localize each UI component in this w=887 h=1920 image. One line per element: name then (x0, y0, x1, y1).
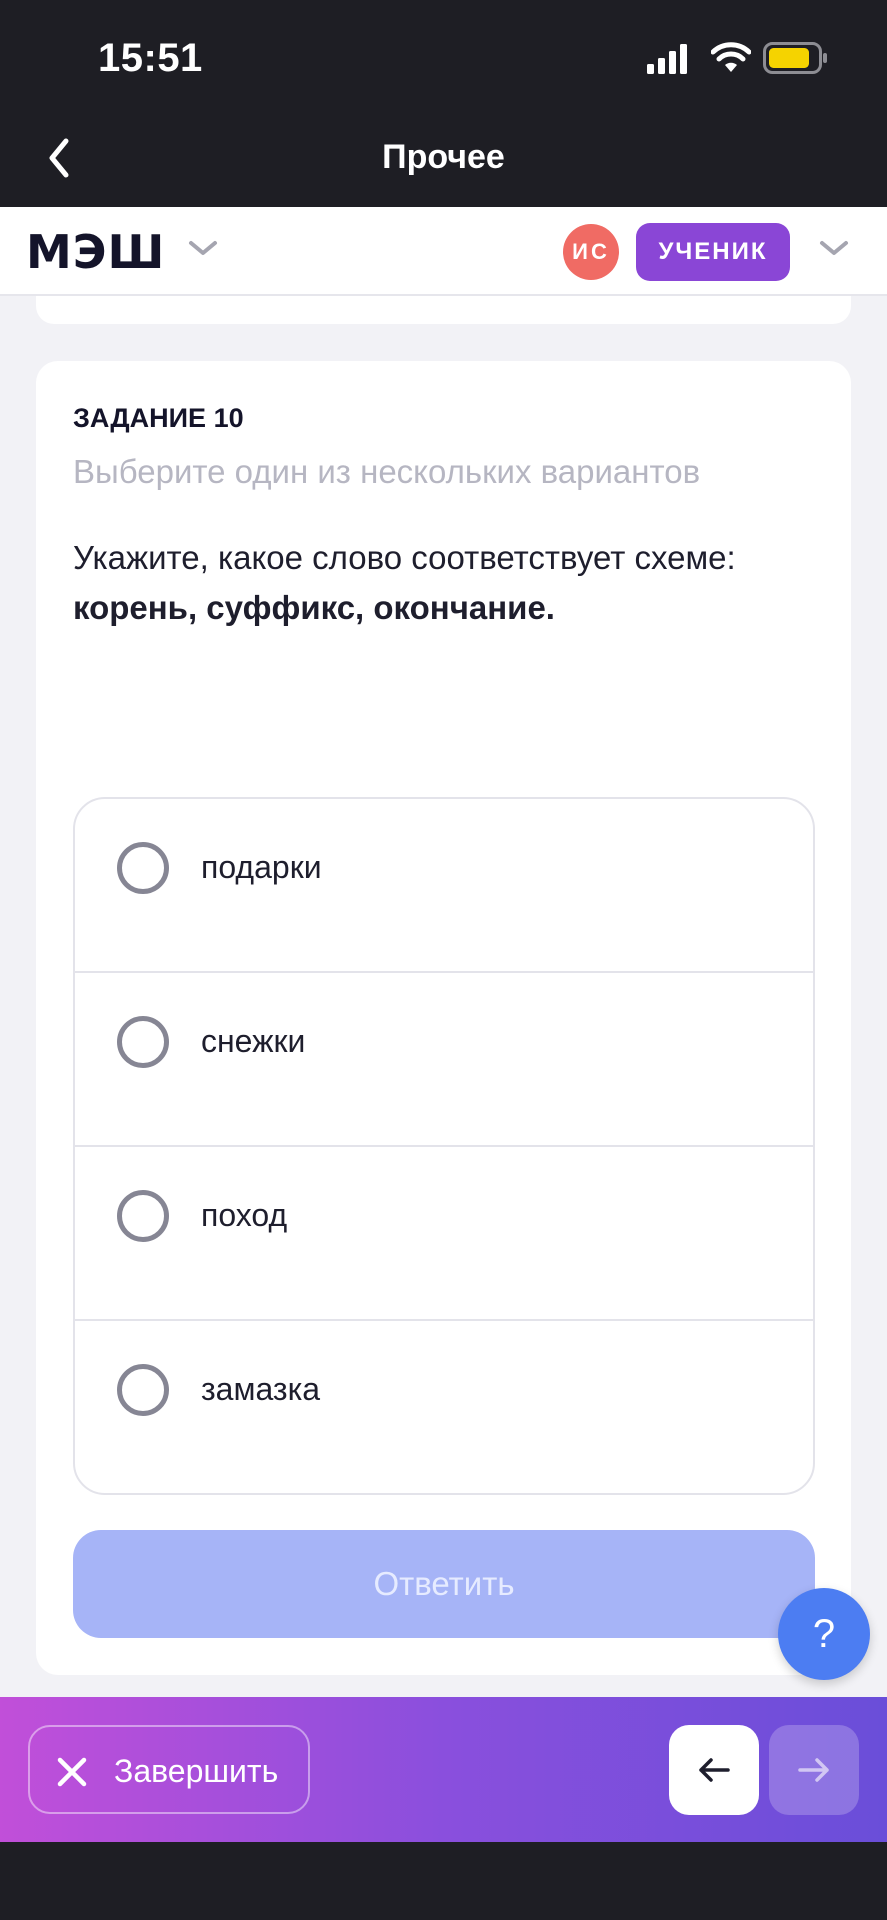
question-bold-text: корень, суффикс, окончание. (73, 589, 555, 626)
previous-card (36, 296, 851, 324)
option-label: замазка (201, 1371, 321, 1407)
finish-label: Завершить (114, 1753, 279, 1789)
answer-option[interactable]: замазка (75, 1321, 813, 1493)
radio-button[interactable] (117, 1190, 169, 1242)
bottom-bar: Завершить (0, 1697, 887, 1842)
next-task-button[interactable] (769, 1725, 859, 1815)
radio-button[interactable] (117, 1364, 169, 1416)
option-label: поход (201, 1197, 288, 1233)
answer-option[interactable]: подарки (75, 799, 813, 973)
option-label: подарки (201, 849, 322, 885)
home-indicator-area (0, 1842, 887, 1920)
question-text: Укажите, какое слово соответствует схеме… (73, 539, 736, 576)
option-label: снежки (201, 1023, 306, 1059)
answer-options: подарки снежки поход замазка (73, 797, 815, 1495)
chevron-down-icon[interactable] (818, 237, 850, 259)
task-hint: Выберите один из нескольких вариантов (73, 453, 701, 490)
role-badge[interactable]: УЧЕНИК (636, 223, 790, 281)
arrow-left-icon (699, 1758, 730, 1782)
top-bar: 15:51 Прочее (0, 0, 887, 207)
finish-button[interactable]: Завершить (28, 1725, 310, 1814)
logo[interactable]: МЭШ (26, 227, 165, 277)
arrow-right-icon (798, 1758, 829, 1782)
previous-task-button[interactable] (669, 1725, 759, 1815)
nav-title: Прочее (382, 138, 505, 176)
close-icon (57, 1757, 87, 1787)
answer-option[interactable]: поход (75, 1147, 813, 1321)
status-time: 15:51 (98, 36, 203, 80)
battery-icon (763, 42, 827, 74)
answer-option[interactable]: снежки (75, 973, 813, 1147)
task-question: Укажите, какое слово соответствует схеме… (73, 533, 833, 633)
radio-button[interactable] (117, 1016, 169, 1068)
chevron-down-icon[interactable] (187, 237, 219, 259)
wifi-icon (711, 42, 751, 72)
answer-button[interactable]: Ответить (73, 1530, 815, 1638)
avatar[interactable]: ИС (563, 224, 619, 280)
radio-button[interactable] (117, 842, 169, 894)
help-button[interactable]: ? (778, 1588, 870, 1680)
task-label: ЗАДАНИЕ 10 (73, 403, 244, 433)
cellular-signal-icon (647, 44, 687, 74)
task-card: ЗАДАНИЕ 10 Выберите один из нескольких в… (36, 361, 851, 1675)
app-header: МЭШ ИС УЧЕНИК (0, 207, 887, 296)
